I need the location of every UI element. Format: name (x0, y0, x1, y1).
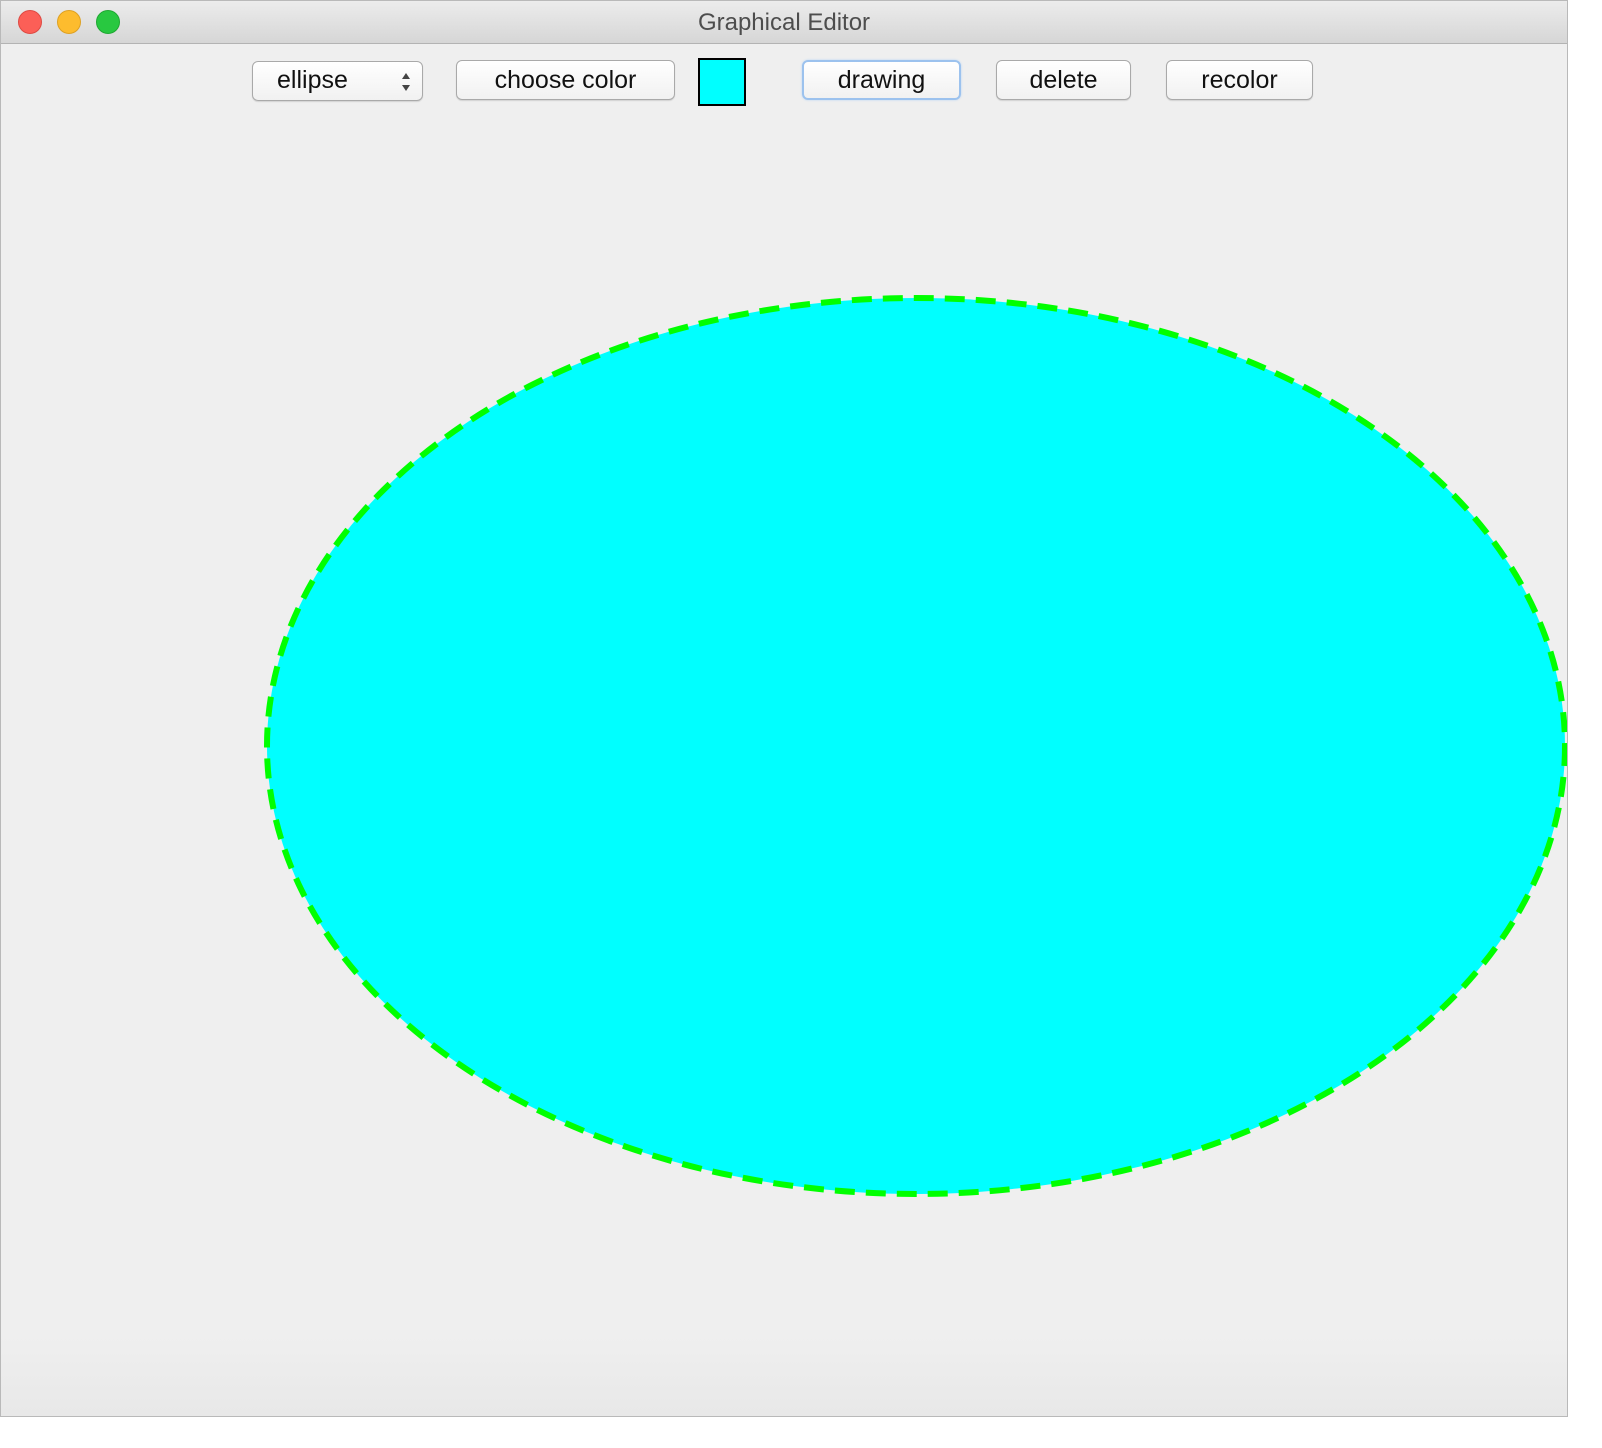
shape-type-value: ellipse (277, 66, 348, 94)
window-title: Graphical Editor (697, 9, 871, 36)
shape-type-select[interactable]: ellipse (252, 61, 423, 101)
recolor-button[interactable]: recolor (1166, 60, 1313, 100)
choose-color-button[interactable]: choose color (456, 60, 675, 100)
drawing-button[interactable]: drawing (802, 60, 961, 100)
select-arrows-icon (402, 73, 410, 91)
drawing-canvas[interactable] (1, 111, 1567, 1417)
title-bar[interactable]: Graphical Editor (1, 1, 1567, 44)
ellipse-shape[interactable] (264, 295, 1567, 1197)
delete-button[interactable]: delete (996, 60, 1131, 100)
app-window: Graphical Editor ellipse choose color dr… (0, 0, 1568, 1417)
current-color-swatch (698, 58, 746, 106)
